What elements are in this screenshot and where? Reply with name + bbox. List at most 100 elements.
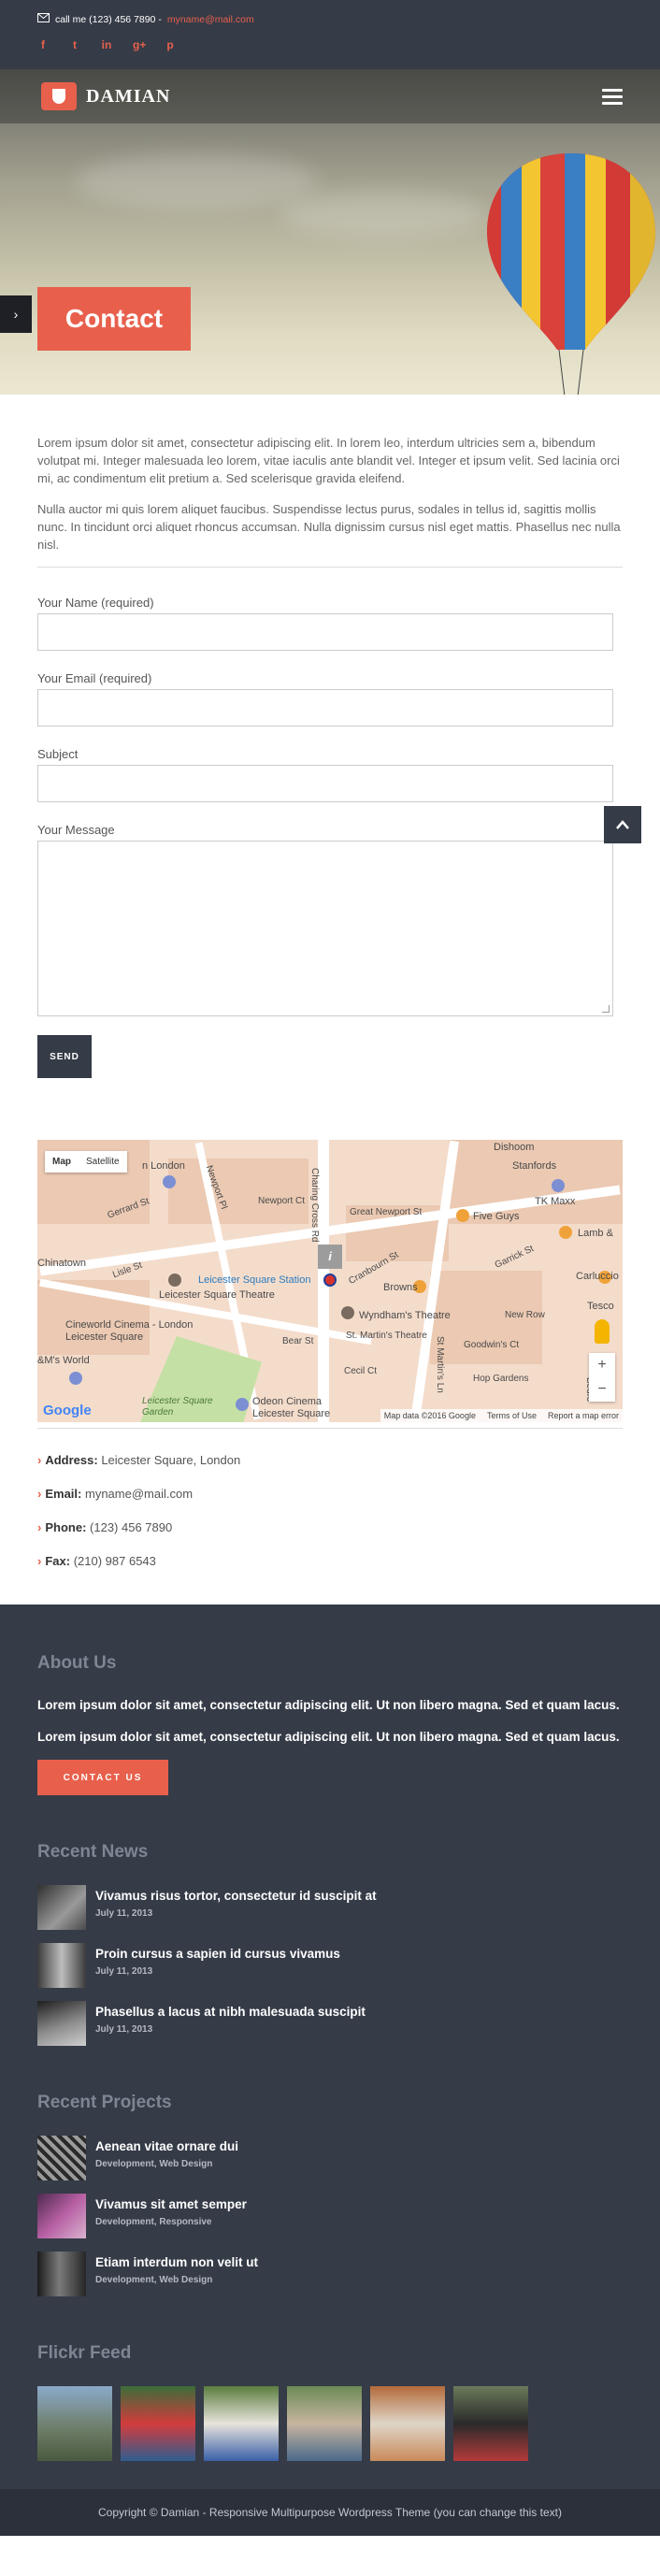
twitter-icon[interactable]: t (69, 38, 80, 51)
map-poi-icon[interactable] (323, 1274, 337, 1287)
top-bar: call me (123) 456 7890 - myname@mail.com… (0, 0, 660, 69)
top-contact-line: call me (123) 456 7890 - myname@mail.com (37, 13, 623, 25)
map-label: Hop Gardens (473, 1374, 529, 1384)
google-logo: Google (43, 1403, 92, 1418)
menu-icon[interactable] (602, 88, 623, 105)
info-marker-icon[interactable]: i (318, 1245, 342, 1269)
map-poi-icon[interactable] (69, 1372, 82, 1385)
map-label: St. Martin's Theatre (346, 1331, 427, 1341)
terms-of-use-link[interactable]: Terms of Use (487, 1411, 537, 1420)
entry-title[interactable]: Phasellus a lacus at nibh malesuada susc… (95, 2005, 366, 2019)
map-label: n London (142, 1160, 185, 1172)
map-label: Goodwin's Ct (464, 1340, 520, 1350)
location-map[interactable]: i Dishoom Stanfords TK Maxx Five Guys La… (37, 1140, 623, 1422)
flickr-photo[interactable] (121, 2386, 195, 2461)
map-poi-icon[interactable] (552, 1179, 565, 1192)
map-poi-icon[interactable] (559, 1226, 572, 1239)
copyright-text: Copyright © Damian - Responsive Multipur… (98, 2506, 562, 2519)
brand-name: DAMIAN (86, 85, 171, 107)
side-panel-toggle[interactable]: › (0, 295, 32, 333)
map-label: &M's World (37, 1355, 90, 1366)
project-thumbnail[interactable] (37, 2252, 86, 2296)
page-title: Contact (37, 287, 191, 351)
contact-label: Phone: (45, 1520, 87, 1534)
google-plus-icon[interactable]: g+ (133, 38, 146, 51)
news-thumbnail[interactable] (37, 1885, 86, 1930)
entry-title[interactable]: Etiam interdum non velit ut (95, 2255, 258, 2269)
entry-title[interactable]: Proin cursus a sapien id cursus vivamus (95, 1947, 340, 1961)
scroll-to-top-button[interactable] (604, 806, 641, 843)
project-item[interactable]: Aenean vitae ornare dui Development, Web … (37, 2136, 623, 2180)
contact-us-button[interactable]: CONTACT US (37, 1760, 168, 1795)
facebook-icon[interactable]: f (37, 38, 49, 51)
map-label: Cecil Ct (344, 1366, 378, 1376)
site-logo[interactable]: DAMIAN (41, 82, 170, 110)
flickr-photo[interactable] (204, 2386, 279, 2461)
recent-projects-section: Recent Projects Aenean vitae ornare dui D… (37, 2093, 623, 2296)
news-item[interactable]: Phasellus a lacus at nibh malesuada susc… (37, 2001, 623, 2046)
news-thumbnail[interactable] (37, 2001, 86, 2046)
subject-label: Subject (37, 747, 79, 761)
map-poi-icon[interactable] (163, 1175, 176, 1188)
map-poi-icon[interactable] (168, 1274, 181, 1287)
entry-title[interactable]: Vivamus sit amet semper (95, 2197, 247, 2211)
name-input[interactable] (37, 613, 613, 651)
flickr-photo[interactable] (287, 2386, 362, 2461)
project-item[interactable]: Etiam interdum non velit ut Development, … (37, 2252, 623, 2296)
news-item[interactable]: Vivamus risus tortor, consectetur id sus… (37, 1885, 623, 1930)
hero-banner: DAMIAN › Contact (0, 69, 660, 395)
map-poi-icon[interactable] (341, 1306, 354, 1319)
zoom-out-button[interactable]: − (589, 1377, 615, 1402)
address-item: › Address: Leicester Square, London (37, 1453, 623, 1467)
message-textarea[interactable] (37, 841, 613, 1016)
linkedin-icon[interactable]: in (101, 38, 112, 51)
about-section: About Us Lorem ipsum dolor sit amet, con… (37, 1653, 623, 1795)
intro-paragraph: Nulla auctor mi quis lorem aliquet fauci… (37, 502, 621, 552)
envelope-icon (37, 13, 50, 25)
hot-air-balloon-image (487, 153, 655, 395)
map-label: Charing Cross Rd (309, 1168, 320, 1243)
flickr-photo[interactable] (37, 2386, 112, 2461)
name-label: Your Name (required) (37, 596, 154, 610)
subject-input[interactable] (37, 765, 613, 802)
pinterest-icon[interactable]: p (165, 38, 176, 51)
map-label: Leicester Square Garden (142, 1396, 213, 1418)
flickr-photo[interactable] (453, 2386, 528, 2461)
project-thumbnail[interactable] (37, 2194, 86, 2238)
flickr-gallery (37, 2386, 623, 2461)
project-item[interactable]: Vivamus sit amet semper Development, Resp… (37, 2194, 623, 2238)
flickr-photo[interactable] (370, 2386, 445, 2461)
email-input[interactable] (37, 689, 613, 727)
cloud-decor (280, 191, 486, 237)
intro-paragraph: Lorem ipsum dolor sit amet, consectetur … (37, 436, 620, 485)
map-label: Chinatown (37, 1258, 86, 1269)
map-label: Browns (383, 1282, 418, 1293)
satellite-tab[interactable]: Satellite (79, 1151, 127, 1173)
entry-title[interactable]: Aenean vitae ornare dui (95, 2139, 238, 2153)
send-button[interactable]: SEND (37, 1035, 92, 1078)
main-navbar: DAMIAN (0, 69, 660, 123)
fax-item: › Fax: (210) 987 6543 (37, 1554, 623, 1568)
news-thumbnail[interactable] (37, 1943, 86, 1988)
logo-shield-icon (41, 82, 77, 110)
menu-icon-bar (602, 101, 623, 105)
top-email-link[interactable]: myname@mail.com (167, 14, 254, 25)
map-type-control: Map Satellite (45, 1151, 127, 1173)
street-view-pegman-icon[interactable] (595, 1319, 610, 1344)
news-item[interactable]: Proin cursus a sapien id cursus vivamus J… (37, 1943, 623, 1988)
contact-value: myname@mail.com (84, 1487, 194, 1501)
map-label: Lamb & (578, 1228, 613, 1239)
entry-title[interactable]: Vivamus risus tortor, consectetur id sus… (95, 1889, 377, 1903)
map-label: Stanfords (512, 1160, 557, 1172)
report-map-error-link[interactable]: Report a map error (548, 1411, 619, 1420)
message-label: Your Message (37, 823, 115, 837)
map-poi-icon[interactable] (456, 1209, 469, 1222)
map-tab[interactable]: Map (45, 1151, 79, 1173)
zoom-in-button[interactable]: + (589, 1353, 615, 1377)
map-label: Newport Ct (258, 1196, 306, 1206)
project-thumbnail[interactable] (37, 2136, 86, 2180)
map-poi-icon[interactable] (236, 1398, 249, 1411)
entry-meta: July 11, 2013 (95, 1966, 153, 1977)
map-label: Carluccio (576, 1271, 619, 1282)
contact-value: (123) 456 7890 (90, 1520, 173, 1534)
